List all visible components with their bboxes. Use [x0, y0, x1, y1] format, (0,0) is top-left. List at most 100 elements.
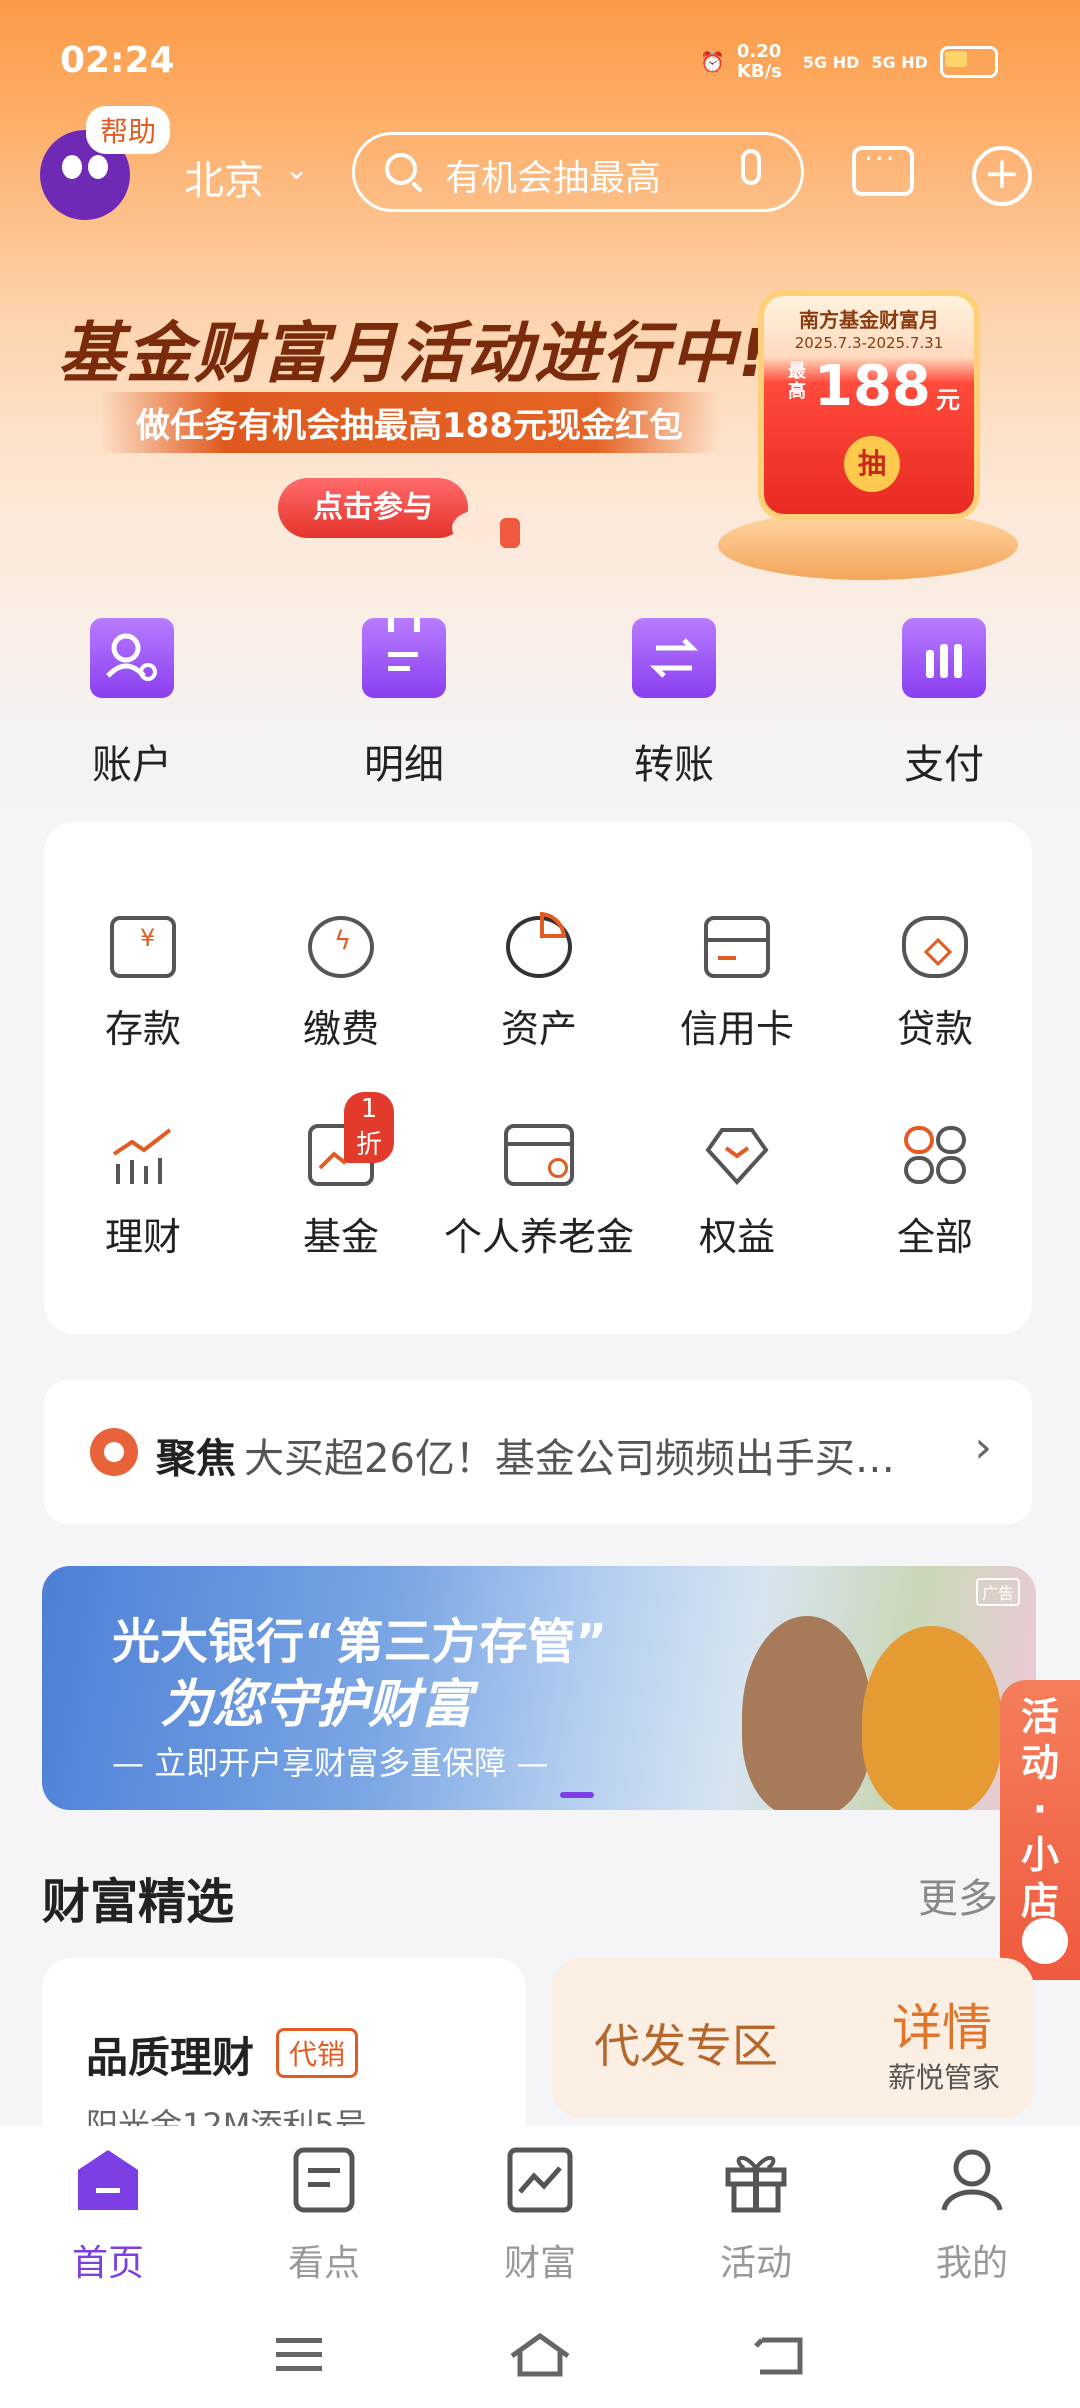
red-packet-amount: 188 — [814, 354, 931, 419]
banner-subtitle: 做任务有机会抽最高188元现金红包 — [100, 392, 719, 453]
focus-headline: 大买超26亿！基金公司频频出手买… — [244, 1436, 895, 1482]
ad-tagline: — 立即开户享财富多重保障 — — [112, 1744, 549, 1782]
status-icons: ⏰ 0.20 KB/s 5G HD 5G HD — [700, 42, 998, 82]
service-label: 基金 — [302, 1215, 379, 1259]
quick-action-label: 支付 — [904, 742, 984, 788]
floating-label: 活动·小店 — [1020, 1695, 1059, 1923]
quick-action-label: 明细 — [364, 742, 444, 788]
signal-1: 5G HD — [802, 52, 860, 72]
assets-icon — [506, 912, 572, 978]
red-packet-unit: 元 — [936, 386, 960, 414]
service-all[interactable]: 全部 — [836, 1124, 1034, 1261]
menu-icon[interactable] — [274, 2334, 326, 2374]
net-speed: 0.20 KB/s — [736, 41, 782, 82]
service-label: 贷款 — [896, 1007, 973, 1051]
product-badge: 代销 — [276, 2028, 359, 2078]
focus-news-bar[interactable]: 聚焦 大买超26亿！基金公司频频出手买… › — [44, 1380, 1032, 1524]
service-deposit[interactable]: ¥ 存款 — [44, 916, 242, 1053]
gift-icon — [722, 2146, 790, 2214]
payroll-title: 代发专区 — [594, 2019, 778, 2073]
fund-icon: 1折 — [308, 1092, 394, 1186]
quick-action-details[interactable]: 明细 — [314, 618, 494, 790]
bill-pay-icon: ϟ — [308, 916, 374, 978]
focus-tag: 聚焦 — [156, 1436, 236, 1482]
service-loan[interactable]: 贷款 — [836, 916, 1034, 1053]
loan-icon — [902, 916, 968, 978]
nav-wealth[interactable]: 财富 — [432, 2146, 648, 2286]
banner-title[interactable]: 基金财富月活动进行中! — [58, 300, 770, 396]
quick-action-payment[interactable]: 支付 — [854, 618, 1034, 790]
discount-badge: 1折 — [344, 1092, 394, 1163]
service-wealth-mgmt[interactable]: 理财 — [44, 1124, 242, 1261]
quick-action-account[interactable]: 账户 — [42, 618, 222, 790]
ad-subtitle: 为您守护财富 — [160, 1675, 473, 1735]
service-label: 理财 — [104, 1215, 181, 1259]
ad-illustration-woman — [742, 1616, 872, 1810]
nav-news[interactable]: 看点 — [216, 2146, 432, 2286]
pointing-hand-icon — [452, 510, 520, 548]
service-credit-card[interactable]: 信用卡 — [638, 916, 836, 1053]
focus-icon — [90, 1428, 138, 1476]
nav-label: 活动 — [719, 2243, 792, 2284]
red-packet-pedestal — [718, 510, 1018, 580]
home-icon — [74, 2146, 142, 2214]
service-label: 存款 — [104, 1007, 181, 1051]
benefits-icon — [704, 1124, 770, 1186]
plus-icon[interactable]: + — [972, 146, 1032, 206]
chevron-down-icon[interactable]: ⌄ — [284, 152, 309, 187]
draw-coin: 抽 — [844, 436, 900, 492]
service-assets[interactable]: 资产 — [440, 912, 638, 1053]
search-placeholder: 有机会抽最高 — [445, 158, 662, 199]
carousel-indicator — [560, 1792, 594, 1798]
alarm-icon: ⏰ — [700, 50, 725, 74]
battery-icon — [939, 46, 998, 78]
account-icon — [90, 618, 174, 698]
wealth-mgmt-icon — [110, 1124, 176, 1186]
pension-icon — [504, 1124, 574, 1186]
service-pension[interactable]: 个人养老金 — [440, 1124, 638, 1261]
quick-action-label: 账户 — [92, 742, 172, 788]
service-benefits[interactable]: 权益 — [638, 1124, 836, 1261]
quick-action-label: 转账 — [634, 742, 714, 788]
service-label: 个人养老金 — [443, 1215, 634, 1259]
nav-activity[interactable]: 活动 — [648, 2146, 864, 2286]
system-nav-bar — [0, 2324, 1080, 2394]
more-link[interactable]: 更多 — [918, 1866, 998, 1924]
ad-banner[interactable]: 光大银行“第三方存管” 为您守护财富 — 立即开户享财富多重保障 — 广告 — [42, 1566, 1036, 1810]
section-title: 财富精选 — [42, 1874, 235, 1930]
floating-activity-shop[interactable]: 活动·小店 — [1000, 1680, 1080, 1980]
red-packet[interactable]: 南方基金财富月 2025.7.3-2025.7.31 最高 188 元 抽 — [758, 290, 980, 520]
service-label: 缴费 — [302, 1007, 379, 1051]
nav-home[interactable]: 首页 — [0, 2146, 216, 2286]
quick-action-transfer[interactable]: 转账 — [584, 618, 764, 790]
message-icon[interactable]: ··· — [852, 142, 914, 196]
payroll-card[interactable]: 代发专区 详情 薪悦管家 — [552, 1958, 1034, 2118]
help-button[interactable]: 帮助 — [86, 106, 171, 154]
signal-2: 5G HD — [871, 52, 928, 72]
red-packet-title: 南方基金财富月 — [799, 308, 939, 332]
search-icon — [385, 153, 417, 185]
payroll-subtitle: 薪悦管家 — [888, 2061, 1001, 2094]
wealth-chart-icon — [506, 2146, 574, 2214]
bottom-nav: 首页 看点 财富 活动 我的 — [0, 2126, 1080, 2408]
chevron-right-icon: › — [974, 1422, 992, 1473]
floating-ball-icon — [1022, 1918, 1068, 1964]
red-packet-high-label: 最高 — [788, 361, 806, 402]
nav-label: 财富 — [503, 2243, 576, 2284]
nav-label: 看点 — [287, 2243, 360, 2284]
payment-icon — [902, 618, 986, 698]
nav-profile[interactable]: 我的 — [864, 2146, 1080, 2286]
home-button-icon[interactable] — [508, 2330, 572, 2378]
ad-label: 广告 — [975, 1578, 1020, 1606]
service-bill-pay[interactable]: ϟ 缴费 — [242, 916, 440, 1053]
city-selector[interactable]: 北京 — [184, 148, 264, 206]
microphone-icon[interactable] — [741, 149, 761, 185]
back-icon[interactable] — [752, 2332, 808, 2376]
service-fund[interactable]: 1折 基金 — [242, 1092, 440, 1261]
profile-icon — [938, 2146, 1006, 2214]
deposit-icon: ¥ — [110, 916, 176, 978]
search-bar[interactable]: 有机会抽最高 — [352, 132, 804, 212]
payroll-detail-link[interactable]: 详情 — [892, 1988, 992, 2060]
service-label: 权益 — [698, 1215, 775, 1259]
nav-label: 首页 — [71, 2243, 144, 2284]
